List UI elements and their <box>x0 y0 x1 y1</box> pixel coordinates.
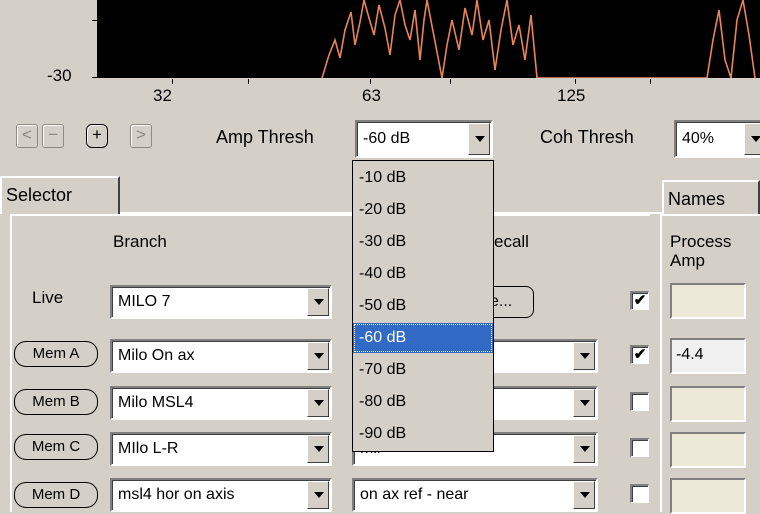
mem-a-checkbox[interactable]: ✔ <box>630 345 649 364</box>
mem-d-recall-value: on ax ref - near <box>360 486 469 503</box>
mem-a-amp-field[interactable]: -4.4 <box>670 338 746 374</box>
dropdown-option[interactable]: -80 dB <box>353 387 493 417</box>
x-tick <box>575 79 576 84</box>
coh-thresh-select[interactable]: 40% <box>674 120 760 158</box>
zoom-out-button[interactable]: − <box>42 124 64 148</box>
dropdown-option[interactable]: -40 dB <box>353 259 493 289</box>
amp-thresh-value: -60 dB <box>363 130 411 147</box>
mem-d-branch-select[interactable]: msl4 hor on axis <box>110 478 332 512</box>
nav-prev-button[interactable]: < <box>16 124 38 148</box>
dropdown-option-selected[interactable]: -60 dB <box>353 323 493 353</box>
x-tick <box>248 79 249 84</box>
x-tick-label: 32 <box>153 86 172 105</box>
dropdown-option[interactable]: -10 dB <box>353 163 493 193</box>
mem-d-recall-select[interactable]: on ax ref - near <box>352 478 598 512</box>
chevron-down-icon[interactable] <box>307 435 329 463</box>
mem-c-branch-value: MIlo L-R <box>118 440 179 457</box>
mem-c-amp-field[interactable] <box>670 432 746 468</box>
zoom-in-button[interactable]: + <box>86 124 108 148</box>
chevron-down-icon[interactable] <box>307 481 329 509</box>
graph-trace <box>321 0 756 78</box>
live-label: Live <box>32 288 64 307</box>
mem-b-button[interactable]: Mem B <box>14 389 98 415</box>
dropdown-option[interactable]: -20 dB <box>353 195 493 225</box>
mem-d-branch-value: msl4 hor on axis <box>118 486 235 503</box>
axis-baseline <box>97 78 760 79</box>
x-tick <box>370 79 371 84</box>
live-branch-value: MILO 7 <box>118 293 171 310</box>
dropdown-option[interactable]: -30 dB <box>353 227 493 257</box>
y-tick <box>92 20 98 21</box>
chevron-down-icon[interactable] <box>744 123 760 155</box>
y-axis-label: -30 <box>47 66 72 85</box>
process-amp-header: Process Amp <box>670 232 732 270</box>
live-checkbox[interactable]: ✔ <box>630 291 649 310</box>
amp-thresh-label: Amp Thresh <box>216 127 314 147</box>
x-tick-label: 63 <box>362 86 381 105</box>
x-tick <box>650 79 651 84</box>
x-tick-label: 125 <box>557 86 586 105</box>
chevron-down-icon[interactable] <box>468 123 490 155</box>
branch-header: Branch <box>113 232 167 251</box>
tab-names[interactable]: Names <box>662 180 760 216</box>
mem-c-branch-select[interactable]: MIlo L-R <box>110 432 332 466</box>
mem-a-branch-select[interactable]: Milo On ax <box>110 339 332 373</box>
mem-b-amp-field[interactable] <box>670 386 746 422</box>
x-tick <box>450 79 451 84</box>
x-tick <box>172 79 173 84</box>
coherence-graph <box>97 0 760 78</box>
mem-d-amp-field[interactable] <box>670 478 746 514</box>
dropdown-option[interactable]: -70 dB <box>353 355 493 385</box>
chevron-down-icon[interactable] <box>573 342 595 370</box>
tab-selector[interactable]: Selector <box>0 176 120 214</box>
coh-thresh-label: Coh Thresh <box>540 127 634 147</box>
chevron-down-icon[interactable] <box>307 342 329 370</box>
mem-d-checkbox[interactable] <box>630 484 649 503</box>
mem-b-branch-select[interactable]: Milo MSL4 <box>110 386 332 420</box>
mem-a-button[interactable]: Mem A <box>14 341 98 367</box>
mem-d-button[interactable]: Mem D <box>14 482 98 508</box>
mem-a-branch-value: Milo On ax <box>118 347 195 364</box>
coh-thresh-value: 40% <box>682 130 715 147</box>
amp-thresh-dropdown-list: -10 dB -20 dB -30 dB -40 dB -50 dB -60 d… <box>352 160 494 452</box>
amp-thresh-select[interactable]: -60 dB <box>355 120 493 158</box>
recall-header: ecall <box>494 232 529 251</box>
mem-c-button[interactable]: Mem C <box>14 434 98 460</box>
mem-b-checkbox[interactable] <box>630 392 649 411</box>
chevron-down-icon[interactable] <box>573 435 595 463</box>
dropdown-option[interactable]: -50 dB <box>353 291 493 321</box>
live-amp-field[interactable] <box>670 283 746 319</box>
chevron-down-icon[interactable] <box>573 481 595 509</box>
chevron-down-icon[interactable] <box>573 389 595 417</box>
mem-c-checkbox[interactable] <box>630 438 649 457</box>
chevron-down-icon[interactable] <box>307 389 329 417</box>
nav-next-button[interactable]: > <box>130 124 152 148</box>
mem-b-branch-value: Milo MSL4 <box>118 394 194 411</box>
live-branch-select[interactable]: MILO 7 <box>110 285 332 319</box>
recall-button[interactable]: e... <box>490 286 534 318</box>
chevron-down-icon[interactable] <box>307 288 329 316</box>
dropdown-option[interactable]: -90 dB <box>353 419 493 449</box>
